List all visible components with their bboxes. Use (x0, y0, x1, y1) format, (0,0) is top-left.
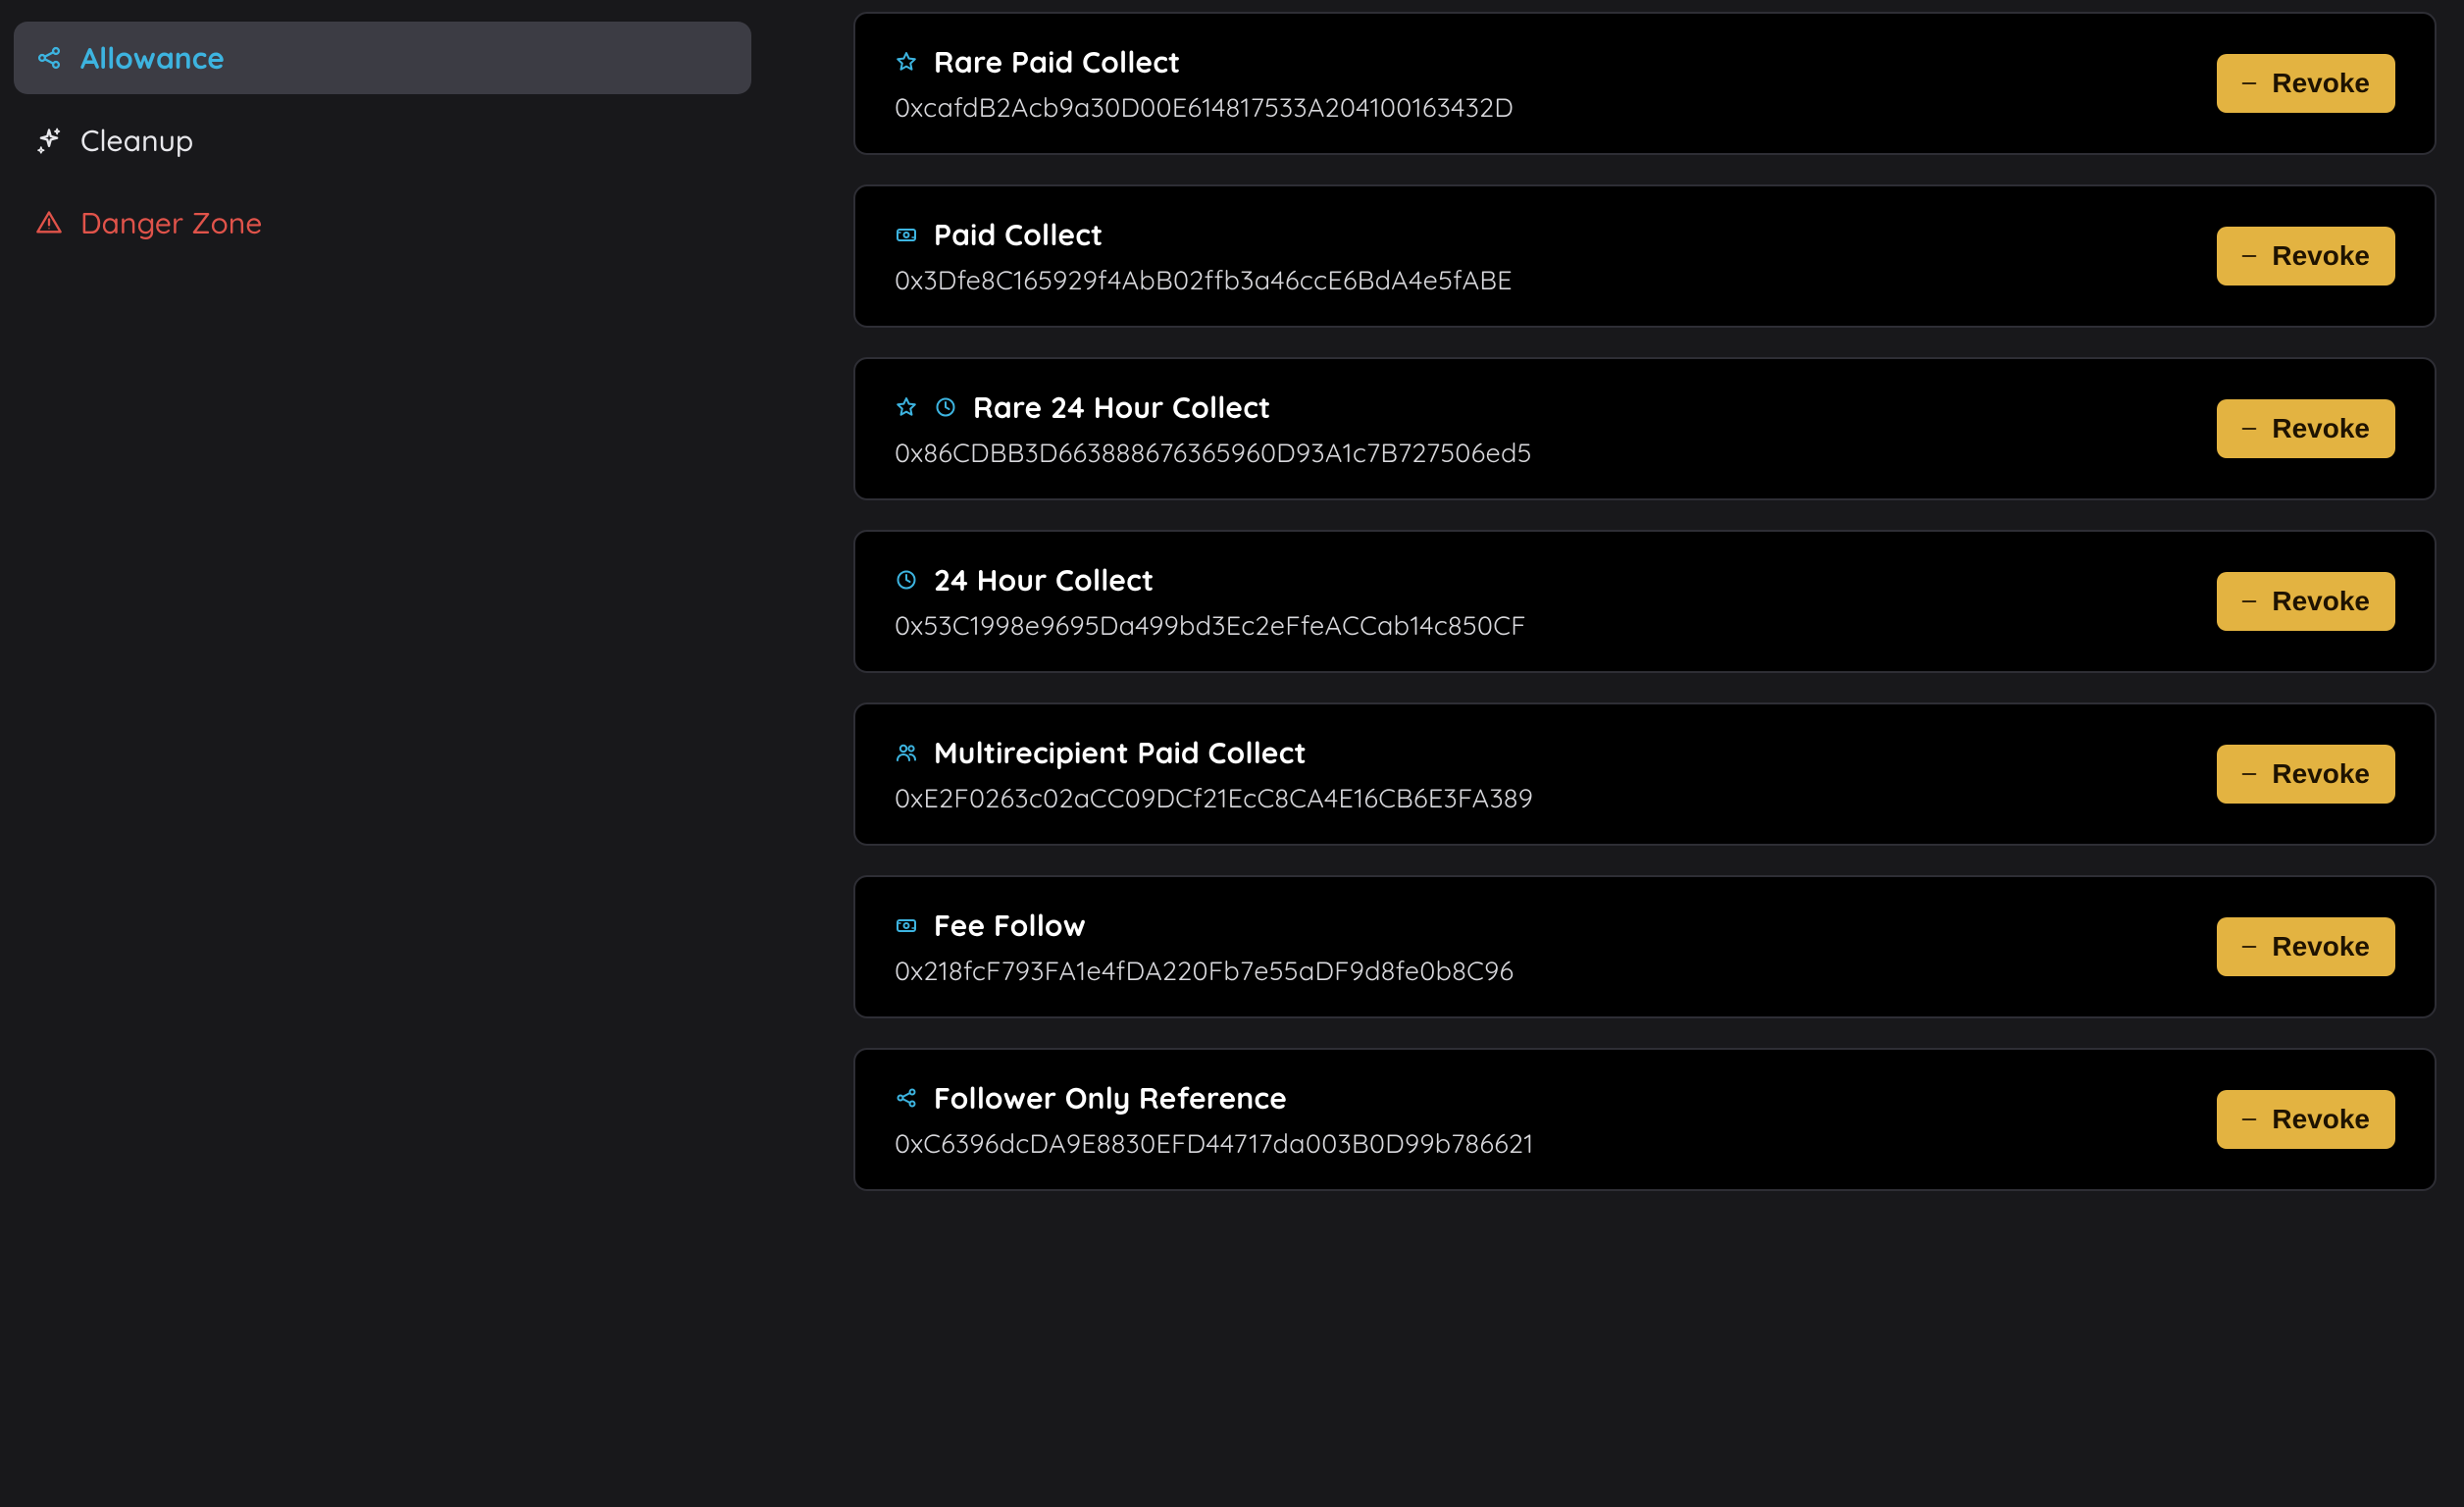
module-info: Rare Paid Collect 0xcafdB2Acb9a30D00E6148… (895, 43, 1514, 124)
sidebar: Allowance Cleanup Danger Zone (0, 0, 765, 1507)
module-address: 0xC6396dcDA9E8830EFD44717da003B0D99b7866… (895, 1126, 1534, 1160)
revoke-button-label: Revoke (2272, 758, 2370, 790)
share-icon (895, 1086, 918, 1110)
module-title: Rare 24 Hour Collect (973, 389, 1270, 426)
module-address: 0x3Dfe8C165929f4AbB02ffb3a46ccE6BdA4e5fA… (895, 263, 1513, 296)
module-title: Paid Collect (934, 216, 1104, 253)
revoke-button-label: Revoke (2272, 413, 2370, 444)
users-icon (895, 741, 918, 764)
module-card: Paid Collect 0x3Dfe8C165929f4AbB02ffb3a46… (853, 184, 2437, 328)
star-icon (895, 50, 918, 74)
module-title-row: Rare 24 Hour Collect (895, 389, 1532, 426)
clock-icon (934, 395, 957, 419)
star-icon (895, 395, 918, 419)
clock-icon (895, 568, 918, 592)
revoke-button[interactable]: Revoke (2217, 1090, 2395, 1149)
minus-icon (2238, 1109, 2260, 1130)
revoke-button-label: Revoke (2272, 931, 2370, 962)
module-card: Follower Only Reference 0xC6396dcDA9E8830… (853, 1048, 2437, 1191)
module-title: Rare Paid Collect (934, 43, 1181, 80)
module-list: Rare Paid Collect 0xcafdB2Acb9a30D00E6148… (853, 12, 2437, 1191)
cash-icon (895, 223, 918, 246)
module-address: 0xE2F0263c02aCC09DCf21EcC8CA4E16CB6E3FA3… (895, 781, 1533, 814)
revoke-button[interactable]: Revoke (2217, 572, 2395, 631)
module-card: Fee Follow 0x218fcF793FA1e4fDA220Fb7e55aD… (853, 875, 2437, 1018)
module-card: Rare 24 Hour Collect 0x86CDBB3D6638886763… (853, 357, 2437, 500)
minus-icon (2238, 936, 2260, 958)
revoke-button[interactable]: Revoke (2217, 399, 2395, 458)
module-address: 0x53C1998e9695Da499bd3Ec2eFfeACCab14c850… (895, 608, 1526, 642)
module-title: Fee Follow (934, 907, 1086, 944)
module-title-row: 24 Hour Collect (895, 561, 1526, 598)
revoke-button-label: Revoke (2272, 240, 2370, 272)
minus-icon (2238, 418, 2260, 440)
minus-icon (2238, 245, 2260, 267)
warning-icon (35, 209, 63, 236)
module-title-row: Multirecipient Paid Collect (895, 734, 1533, 771)
revoke-button-label: Revoke (2272, 586, 2370, 617)
minus-icon (2238, 73, 2260, 94)
sparkles-icon (35, 127, 63, 154)
revoke-button-label: Revoke (2272, 68, 2370, 99)
revoke-button[interactable]: Revoke (2217, 227, 2395, 286)
module-address: 0x86CDBB3D663888676365960D93A1c7B727506e… (895, 436, 1532, 469)
share-icon (35, 44, 63, 72)
module-title-row: Fee Follow (895, 907, 1514, 944)
module-info: Follower Only Reference 0xC6396dcDA9E8830… (895, 1079, 1534, 1160)
module-title: Follower Only Reference (934, 1079, 1287, 1117)
module-title-row: Paid Collect (895, 216, 1513, 253)
revoke-button[interactable]: Revoke (2217, 917, 2395, 976)
module-address: 0xcafdB2Acb9a30D00E614817533A20410016343… (895, 90, 1514, 124)
module-card: Rare Paid Collect 0xcafdB2Acb9a30D00E6148… (853, 12, 2437, 155)
sidebar-item-allowance[interactable]: Allowance (14, 22, 751, 94)
sidebar-item-label: Danger Zone (80, 204, 263, 241)
sidebar-item-cleanup[interactable]: Cleanup (14, 104, 751, 177)
module-info: Multirecipient Paid Collect 0xE2F0263c02a… (895, 734, 1533, 814)
module-card: 24 Hour Collect 0x53C1998e9695Da499bd3Ec2… (853, 530, 2437, 673)
sidebar-item-label: Allowance (80, 39, 225, 77)
revoke-button[interactable]: Revoke (2217, 54, 2395, 113)
module-card: Multirecipient Paid Collect 0xE2F0263c02a… (853, 702, 2437, 846)
revoke-button[interactable]: Revoke (2217, 745, 2395, 804)
sidebar-item-label: Cleanup (80, 122, 193, 159)
module-info: 24 Hour Collect 0x53C1998e9695Da499bd3Ec2… (895, 561, 1526, 642)
revoke-button-label: Revoke (2272, 1104, 2370, 1135)
module-title: 24 Hour Collect (934, 561, 1154, 598)
module-address: 0x218fcF793FA1e4fDA220Fb7e55aDF9d8fe0b8C… (895, 954, 1514, 987)
module-info: Paid Collect 0x3Dfe8C165929f4AbB02ffb3a46… (895, 216, 1513, 296)
module-title: Multirecipient Paid Collect (934, 734, 1307, 771)
cash-icon (895, 913, 918, 937)
main-content: Rare Paid Collect 0xcafdB2Acb9a30D00E6148… (765, 0, 2464, 1507)
minus-icon (2238, 591, 2260, 612)
module-info: Rare 24 Hour Collect 0x86CDBB3D6638886763… (895, 389, 1532, 469)
module-info: Fee Follow 0x218fcF793FA1e4fDA220Fb7e55aD… (895, 907, 1514, 987)
sidebar-item-danger-zone[interactable]: Danger Zone (14, 186, 751, 259)
minus-icon (2238, 763, 2260, 785)
module-title-row: Follower Only Reference (895, 1079, 1534, 1117)
module-title-row: Rare Paid Collect (895, 43, 1514, 80)
